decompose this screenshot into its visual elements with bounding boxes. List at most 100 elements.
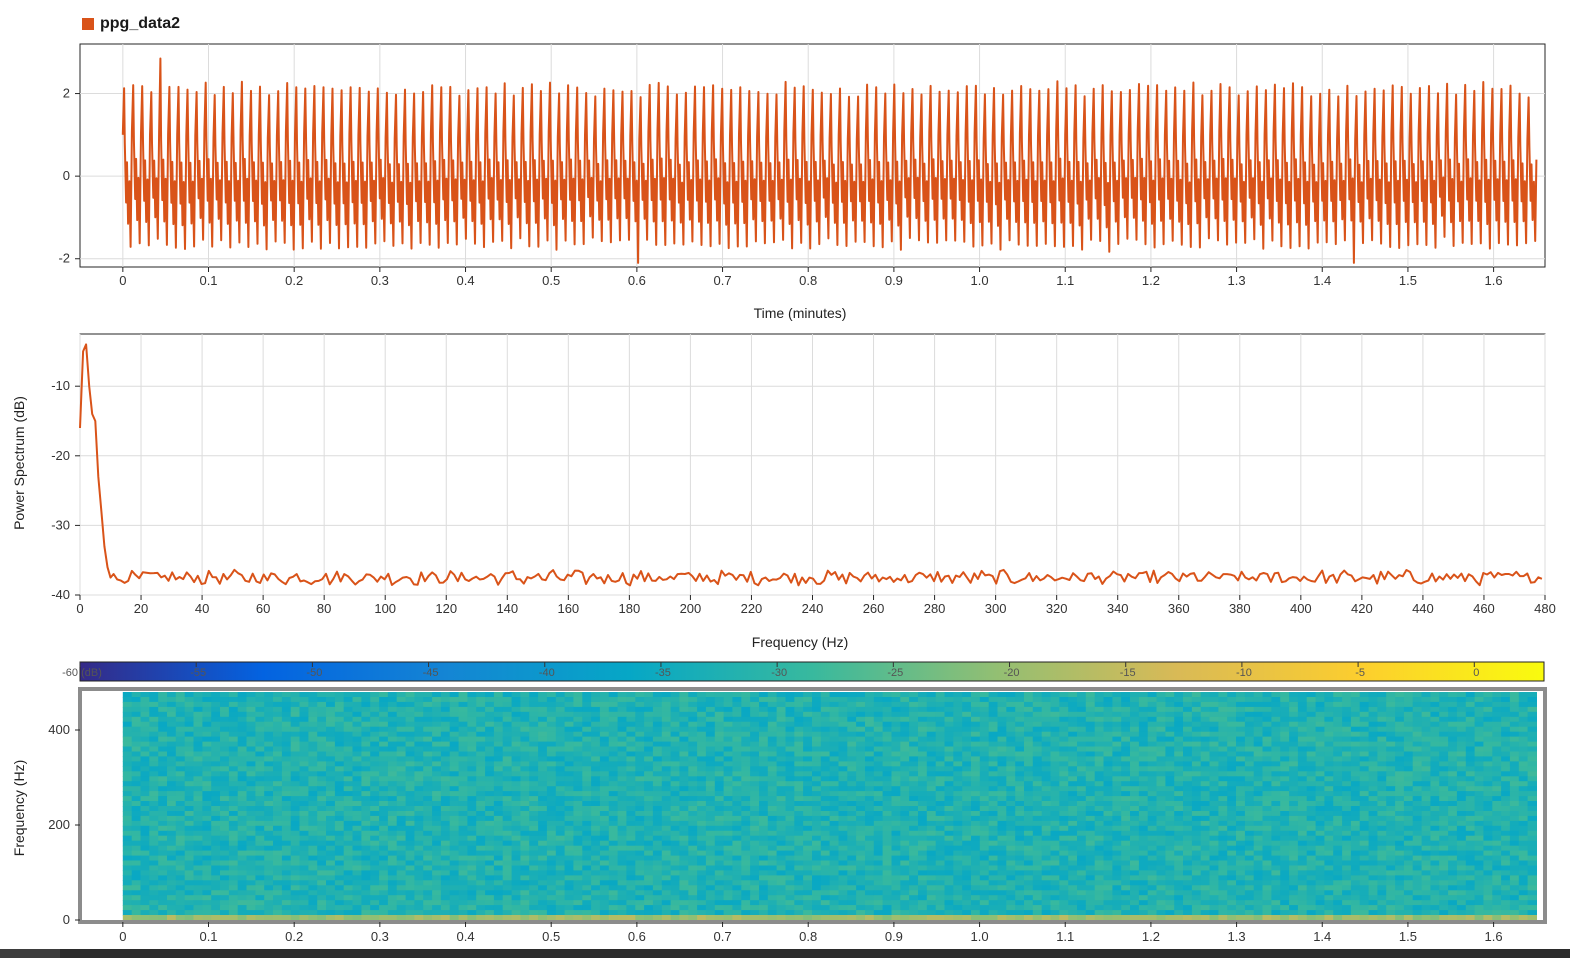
spectrogram-cell: [149, 796, 159, 802]
spectrogram-cell: [458, 731, 468, 738]
spectrogram-cell: [299, 706, 309, 713]
spectrogram-cell: [1253, 771, 1264, 777]
spectrogram-cell: [670, 697, 680, 703]
spectrogram-cell: [1377, 820, 1387, 827]
spectrogram-cell: [926, 766, 937, 772]
spectrogram-cell: [997, 820, 1007, 827]
spectrogram-cell: [379, 811, 389, 817]
spectrogram-cell: [1271, 801, 1281, 807]
time-xtick-label: 0.7: [714, 273, 732, 288]
spectrogram-cell: [1191, 830, 1202, 837]
spectrogram-cell: [759, 771, 769, 777]
spectrogram-cell: [820, 781, 831, 787]
spectrogram-cell: [900, 806, 910, 812]
spectrogram-cell: [1068, 776, 1078, 782]
spectrogram-cell: [644, 741, 654, 748]
spectrogram-cell: [281, 771, 292, 777]
spectrum-plot[interactable]: 0 20 40 60 80 100 120 140 160 180 200 220 240 260 280 3…: [11, 333, 1556, 650]
spectrogram-cell: [1068, 751, 1078, 758]
spectrogram-cell: [317, 781, 327, 787]
spectrogram-cell: [1333, 786, 1343, 792]
spectrogram-cell: [1421, 830, 1431, 837]
spectrogram-cell: [1456, 756, 1467, 762]
spectrogram-cell: [847, 721, 857, 728]
spectrogram-cell: [414, 711, 424, 718]
spectrogram-cell: [1474, 796, 1484, 802]
spectrogram-cell: [1386, 761, 1396, 767]
spectrogram-cell: [326, 801, 336, 807]
spectrogram-cell: [776, 756, 786, 762]
spectrogram-cell: [803, 716, 813, 723]
spectrogram-cell: [865, 716, 875, 723]
time-xtick-label: 1.3: [1228, 273, 1246, 288]
spectrogram-cell: [608, 716, 619, 723]
spectrogram-plot[interactable]: 0 0.1 0.2 0.3 0.4 0.5 0.6 0.7 0.8 0.9 1.0 1.1 1.2 1.3…: [11, 687, 1547, 944]
spectrogram-cell: [158, 835, 168, 842]
spectrogram-cell: [555, 820, 566, 827]
spectrogram-cell: [467, 701, 477, 708]
spectrogram-cell: [1395, 771, 1405, 777]
spectrogram-cell: [414, 716, 424, 723]
spectrogram-cell: [281, 756, 292, 762]
spectrogram-cell: [255, 716, 265, 723]
spectrogram-cell: [158, 786, 168, 792]
spectrogram-cell: [1094, 721, 1105, 728]
spectrogram-cell: [953, 741, 963, 748]
spectrogram-cell: [158, 751, 168, 758]
spectrogram-cell: [202, 741, 212, 748]
spectrogram-cell: [1395, 731, 1405, 738]
spectrogram-cell: [1015, 825, 1025, 832]
spectrogram-cell: [1448, 830, 1458, 837]
spectrogram-cell: [264, 806, 274, 812]
spectrogram-cell: [573, 711, 583, 718]
spectrogram-cell: [1227, 781, 1237, 787]
spectrogram-cell: [626, 761, 636, 767]
spectrogram-cell: [202, 751, 212, 758]
spectrogram-cell: [1456, 825, 1467, 832]
spectrogram-cell: [882, 726, 892, 733]
spectrogram-cell: [1474, 746, 1484, 753]
spectrogram-cell: [458, 835, 468, 842]
spectrogram-cell: [396, 835, 407, 842]
spectrogram-cell: [865, 806, 875, 812]
spectrogram-cell: [317, 751, 327, 758]
spectrogram-cell: [1156, 706, 1166, 713]
spectrogram-cell: [273, 815, 283, 822]
spectrogram-cell: [211, 791, 221, 797]
spectrogram-cell: [1156, 761, 1166, 767]
spectrogram-cell: [1068, 801, 1078, 807]
spectrogram-cell: [299, 835, 309, 842]
spectrogram-cell: [1068, 811, 1078, 817]
spectrogram-cell: [1448, 806, 1458, 812]
spectrogram-cell: [767, 721, 778, 728]
spectrogram-cell: [1315, 701, 1325, 708]
spectrogram-cell: [785, 701, 795, 708]
spectrogram-cell: [449, 692, 460, 698]
spectrogram-cell: [520, 786, 530, 792]
spectrogram-cell: [1218, 761, 1228, 767]
spectrogram-cell: [1191, 721, 1202, 728]
spectrogram-cell: [149, 692, 159, 698]
spectrogram-cell: [865, 815, 875, 822]
spectrogram-cell: [1032, 761, 1043, 767]
spectrogram-cell: [1501, 825, 1511, 832]
spectrogram-cell: [167, 756, 177, 762]
spectrogram-cell: [396, 766, 407, 772]
spectrogram-cell: [414, 781, 424, 787]
spectrogram-cell: [520, 776, 530, 782]
spectrogram-cell: [255, 825, 265, 832]
spectrogram-cell: [988, 781, 999, 787]
spectrogram-cell: [246, 771, 256, 777]
spectrogram-cell: [591, 701, 601, 708]
spectrogram-cell: [1430, 781, 1440, 787]
time-plot[interactable]: 0 0.1 0.2 0.3 0.4 0.5 0.6 0.7 0.8 0.9 1.0 1.1 1.2 1.3…: [58, 43, 1546, 321]
spectrogram-cell: [847, 820, 857, 827]
spectrogram-cell: [379, 716, 389, 723]
spectrogram-cell: [476, 830, 486, 837]
spectrogram-cell: [361, 815, 371, 822]
spectrogram-cell: [608, 701, 619, 708]
spectrogram-cell: [1342, 781, 1352, 787]
spectrogram-cell: [546, 786, 557, 792]
spectrogram-cell: [281, 825, 292, 832]
spectrogram-cell: [396, 721, 407, 728]
